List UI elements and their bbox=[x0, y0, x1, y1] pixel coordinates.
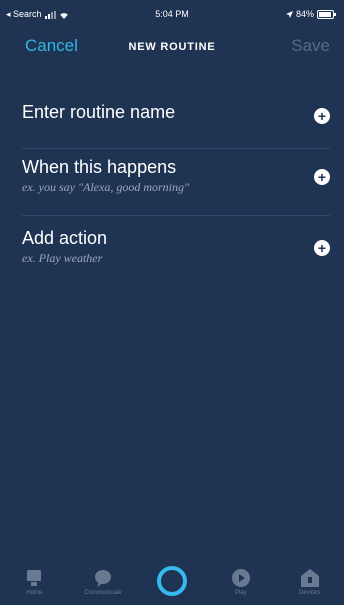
devices-icon bbox=[300, 569, 319, 587]
status-right: 84% bbox=[285, 9, 336, 19]
tab-communicate[interactable]: Communicate bbox=[71, 562, 135, 596]
bottom-tab-bar: Home Communicate Play Devices bbox=[0, 562, 344, 605]
plus-icon[interactable]: + bbox=[314, 240, 330, 256]
battery-percent: 84% bbox=[295, 9, 314, 19]
status-bar: ◂ Search 5:04 PM 84% bbox=[0, 0, 344, 34]
alexa-ring-icon bbox=[156, 566, 187, 596]
tab-alexa[interactable] bbox=[140, 562, 204, 596]
row-label: Enter routine name bbox=[22, 102, 176, 122]
add-action-row[interactable]: Add action ex. Play weather + bbox=[22, 216, 330, 282]
tab-label: Devices bbox=[298, 590, 321, 596]
row-label: When this happens bbox=[22, 157, 177, 177]
battery-icon bbox=[317, 9, 336, 19]
row-hint: ex. Play weather bbox=[22, 251, 103, 265]
tab-label: Communicate bbox=[84, 590, 122, 596]
when-this-happens-row[interactable]: When this happens ex. you say "Alexa, go… bbox=[22, 149, 330, 216]
play-icon bbox=[231, 569, 250, 587]
routine-options-list: Enter routine name + When this happens e… bbox=[0, 80, 344, 282]
tab-play[interactable]: Play bbox=[209, 562, 273, 596]
plus-icon[interactable]: + bbox=[314, 169, 330, 185]
plus-icon[interactable]: + bbox=[314, 108, 330, 124]
tab-label: Play bbox=[234, 590, 247, 596]
nav-bar: Cancel NEW ROUTINE Save bbox=[0, 30, 344, 64]
location-arrow-icon bbox=[285, 10, 293, 18]
chat-bubble-icon bbox=[95, 570, 112, 587]
enter-routine-name-row[interactable]: Enter routine name + bbox=[22, 80, 330, 149]
tab-devices[interactable]: Devices bbox=[278, 562, 342, 596]
home-icon bbox=[27, 570, 42, 586]
row-hint: ex. you say "Alexa, good morning" bbox=[22, 180, 190, 194]
row-label: Add action bbox=[22, 228, 108, 248]
tab-label: Home bbox=[26, 590, 43, 596]
tab-home[interactable]: Home bbox=[2, 562, 66, 596]
save-button[interactable]: Save bbox=[291, 36, 330, 56]
